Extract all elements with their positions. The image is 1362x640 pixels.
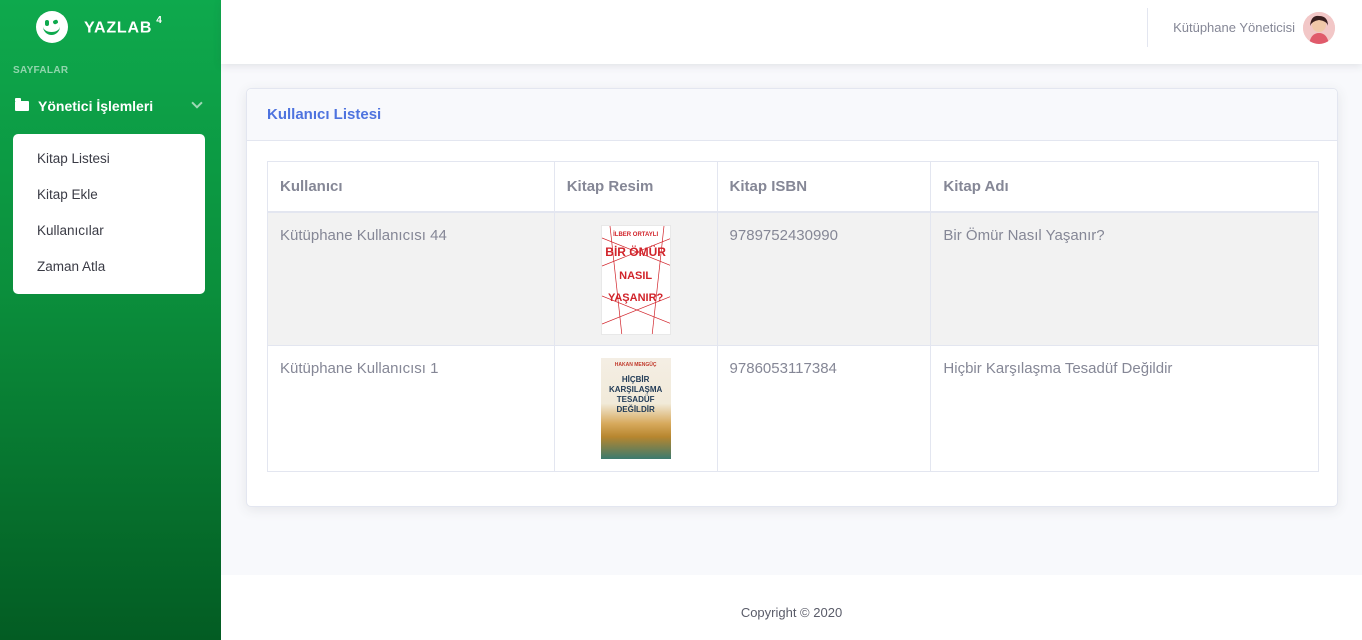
footer: Copyright © 2020 (221, 575, 1362, 640)
card-header: Kullanıcı Listesi (247, 89, 1337, 141)
card-title: Kullanıcı Listesi (267, 106, 382, 123)
folder-icon (15, 98, 29, 111)
table-row: Kütüphane Kullanıcısı 44 İLBER ORTAYLI B… (267, 211, 1319, 346)
sidebar-item-yonetici-islemleri[interactable]: Yönetici İşlemleri (0, 88, 221, 124)
column-header-image: Kitap Resim (553, 161, 718, 213)
chevron-down-icon (191, 97, 203, 109)
cell-user: Kütüphane Kullanıcısı 1 (267, 345, 555, 472)
sidebar-heading: SAYFALAR (13, 65, 69, 76)
cover-author: İLBER ORTAYLI (613, 231, 659, 238)
brand-superscript: 4 (156, 15, 163, 27)
book-cover-image: İLBER ORTAYLI BİR ÖMÜR NASIL YAŞANIR? (600, 224, 671, 335)
cover-title-line: BİR ÖMÜR (605, 244, 666, 259)
submenu-item-kullanicilar[interactable]: Kullanıcılar (13, 213, 205, 249)
brand-name: YAZLAB 4 (84, 15, 163, 37)
sidebar: YAZLAB 4 SAYFALAR Yönetici İşlemleri Kita… (0, 0, 221, 640)
cover-title-line: DEĞİLDİR (616, 405, 655, 414)
cover-title-line: TESADÜF (616, 395, 655, 404)
table-header-row: Kullanıcı Kitap Resim Kitap ISBN Kitap A… (267, 161, 1319, 213)
submenu: Kitap Listesi Kitap Ekle Kullanıcılar Za… (13, 134, 205, 294)
cover-title-line: HİÇBİR (621, 375, 650, 384)
smiley-logo-icon (36, 11, 68, 43)
cell-user: Kütüphane Kullanıcısı 44 (267, 211, 555, 346)
cell-image: İLBER ORTAYLI BİR ÖMÜR NASIL YAŞANIR? (553, 211, 718, 346)
user-name[interactable]: Kütüphane Yöneticisi (1173, 20, 1295, 35)
book-cover-image: HAKAN MENGÜÇ HİÇBİR KARŞILAŞMA TESADÜF D… (600, 358, 671, 459)
topbar: Kütüphane Yöneticisi (221, 0, 1362, 64)
brand[interactable]: YAZLAB 4 (36, 11, 163, 43)
column-header-user: Kullanıcı (267, 161, 555, 213)
submenu-item-kitap-listesi[interactable]: Kitap Listesi (13, 141, 205, 177)
cover-title-line: NASIL (619, 269, 653, 282)
sidebar-item-label: Yönetici İşlemleri (38, 98, 154, 114)
cell-isbn: 9786053117384 (716, 345, 932, 472)
cover-title-line: KARŞILAŞMA (608, 385, 663, 394)
user-list-card: Kullanıcı Listesi Kullanıcı Kitap Resim … (246, 88, 1338, 507)
table-row: Kütüphane Kullanıcısı 1 HAKAN MENGÜÇ HİÇ… (267, 345, 1319, 472)
submenu-item-zaman-atla[interactable]: Zaman Atla (13, 249, 205, 285)
avatar[interactable] (1303, 12, 1335, 44)
column-header-isbn: Kitap ISBN (716, 161, 932, 213)
copyright-text: Copyright © 2020 (740, 605, 843, 620)
cell-book-name: Hiçbir Karşılaşma Tesadüf Değildir (930, 345, 1319, 472)
cover-title-line: YAŞANIR? (608, 291, 664, 304)
cell-book-name: Bir Ömür Nasıl Yaşanır? (930, 211, 1319, 346)
submenu-item-kitap-ekle[interactable]: Kitap Ekle (13, 177, 205, 213)
cell-isbn: 9789752430990 (716, 211, 932, 346)
user-book-table: Kullanıcı Kitap Resim Kitap ISBN Kitap A… (267, 161, 1319, 472)
topbar-divider (1147, 8, 1148, 47)
cell-image: HAKAN MENGÜÇ HİÇBİR KARŞILAŞMA TESADÜF D… (553, 345, 718, 472)
column-header-book-name: Kitap Adı (930, 161, 1319, 213)
cover-author: HAKAN MENGÜÇ (614, 362, 657, 368)
